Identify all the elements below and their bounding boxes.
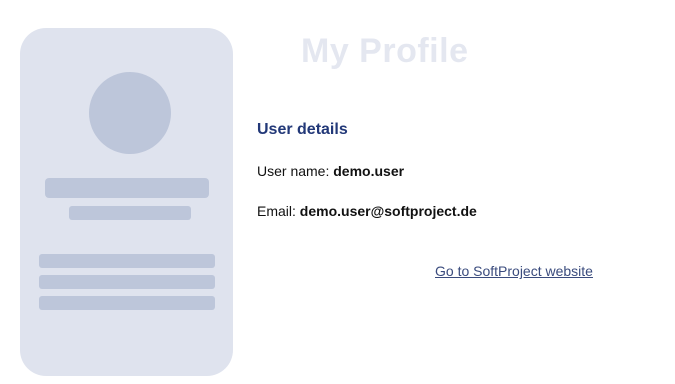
detail-placeholder-line (39, 254, 215, 268)
name-placeholder-bar (45, 178, 209, 198)
username-row: User name: demo.user (257, 163, 404, 179)
email-value: demo.user@softproject.de (299, 203, 477, 219)
username-label: User name: (257, 163, 334, 179)
detail-placeholder-line (39, 275, 215, 289)
avatar-placeholder (89, 72, 171, 154)
user-details-heading: User details (257, 121, 348, 138)
softproject-website-link[interactable]: Go to SoftProject website (435, 263, 593, 279)
subtitle-placeholder-bar (69, 206, 191, 220)
profile-page: My Profile User details User name: demo.… (0, 0, 675, 384)
email-row: Email: demo.user@softproject.de (257, 203, 477, 219)
profile-card-illustration (20, 28, 233, 376)
page-title: My Profile (301, 32, 469, 70)
detail-placeholder-line (39, 296, 215, 310)
username-value: demo.user (333, 163, 405, 179)
email-label: Email: (257, 203, 300, 219)
